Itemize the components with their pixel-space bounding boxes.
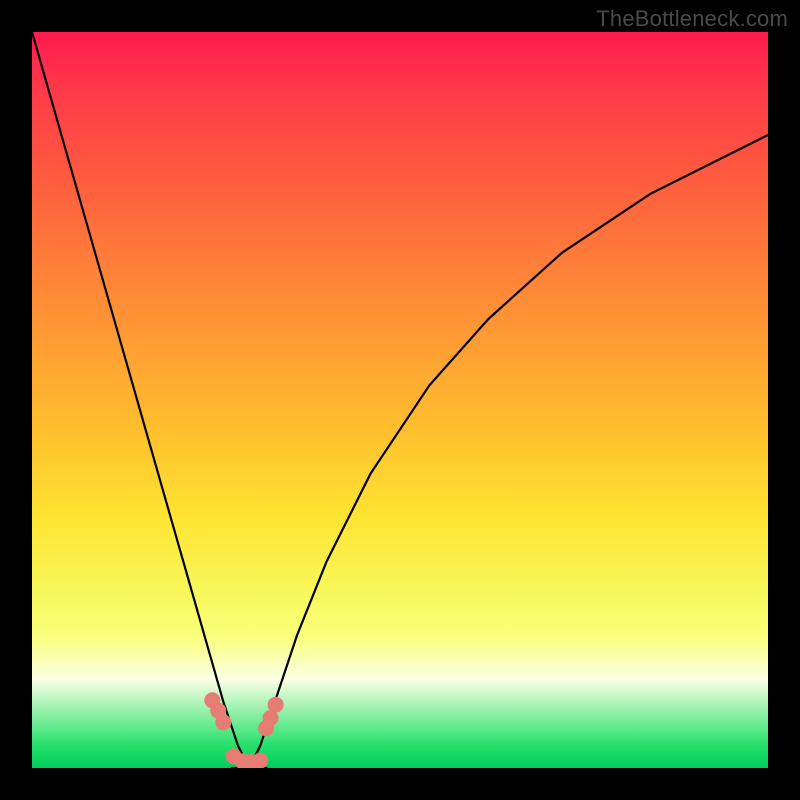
highlight-points [205,693,282,768]
watermark-text: TheBottleneck.com [596,6,788,32]
curve-right [231,135,768,768]
datapoint [269,698,283,712]
outer-frame: TheBottleneck.com [0,0,800,800]
chart-svg [32,32,768,768]
datapoint [253,754,267,768]
plot-area [32,32,768,768]
datapoint [263,711,277,725]
curve-left [32,32,268,768]
datapoint [216,715,230,729]
